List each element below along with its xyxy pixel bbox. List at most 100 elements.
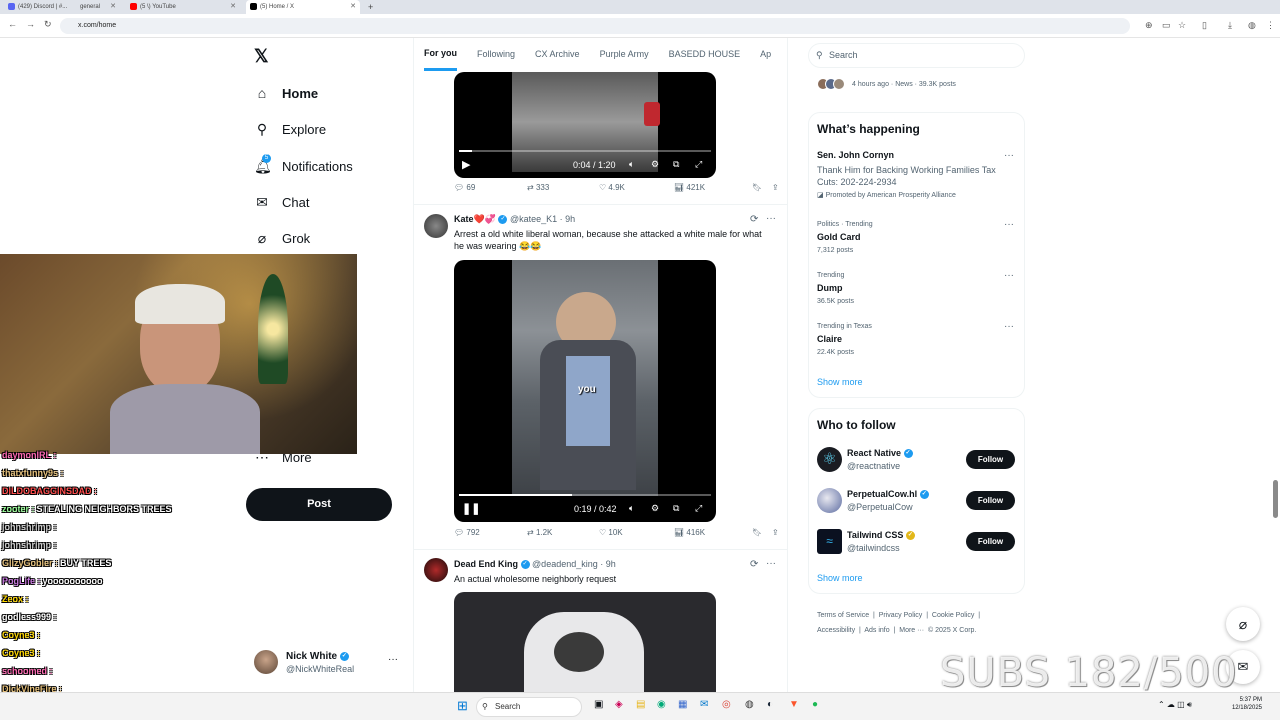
- tailwind-logo-icon[interactable]: ≈: [817, 529, 842, 554]
- taskbar-search[interactable]: ⚲ Search: [476, 697, 582, 717]
- views-button[interactable]: 📊︎ 421K: [674, 183, 705, 192]
- show-more-link[interactable]: Show more: [817, 573, 863, 583]
- views-button[interactable]: 📊︎ 416K: [674, 528, 705, 537]
- more-options-icon[interactable]: ···: [766, 558, 776, 569]
- reply-button[interactable]: 💬︎ 69: [454, 183, 475, 192]
- nav-explore[interactable]: ⚲ Explore: [254, 114, 326, 144]
- steam-icon[interactable]: ◐: [767, 699, 773, 710]
- more-options-icon[interactable]: ···: [766, 213, 776, 224]
- author-handle[interactable]: @katee_K1: [510, 214, 557, 224]
- profile-icon[interactable]: ◍: [1248, 20, 1256, 31]
- cast-icon[interactable]: ▭: [1162, 20, 1171, 31]
- like-button[interactable]: ♡ 10K: [599, 528, 623, 537]
- follow-button[interactable]: Follow: [966, 491, 1015, 510]
- pip-icon[interactable]: ⧉: [673, 503, 679, 514]
- scrollbar-thumb[interactable]: [1273, 480, 1278, 518]
- repost-button[interactable]: ⇄ 333: [527, 183, 549, 192]
- nav-chat[interactable]: ✉ Chat: [254, 187, 309, 217]
- x-logo-icon[interactable]: 𝕏: [254, 46, 272, 66]
- footer-cookie[interactable]: Cookie Policy: [932, 612, 974, 619]
- browser-tab-youtube[interactable]: (5 \) YouTube ✕: [126, 0, 240, 14]
- address-bar[interactable]: x.com/home: [60, 18, 1130, 34]
- tab-ap[interactable]: Ap: [760, 38, 771, 71]
- new-tab-button[interactable]: +: [364, 0, 378, 14]
- footer-terms[interactable]: Terms of Service: [817, 612, 869, 619]
- tweet-age[interactable]: 9h: [565, 214, 575, 224]
- suggestion-name[interactable]: Tailwind CSS: [847, 530, 903, 540]
- react-logo-icon[interactable]: ⚛: [817, 447, 842, 472]
- trend-name[interactable]: Claire: [817, 334, 842, 344]
- menu-icon[interactable]: ⋮: [1266, 20, 1275, 31]
- news-meta[interactable]: 4 hours ago · News · 39.3K posts: [852, 81, 956, 88]
- like-button[interactable]: ♡ 4.9K: [599, 183, 625, 192]
- trend-name[interactable]: Gold Card: [817, 232, 861, 242]
- account-menu-icon[interactable]: ···: [388, 654, 398, 665]
- tweet-video[interactable]: ▶ 0:04 / 1:20 🔈︎ ⚙ ⧉ ⤢: [454, 72, 716, 178]
- repost-button[interactable]: ⇄ 1.2K: [527, 528, 552, 537]
- reply-button[interactable]: 💬︎ 792: [454, 528, 480, 537]
- brave-icon[interactable]: ▼: [789, 699, 799, 710]
- show-more-link[interactable]: Show more: [817, 377, 863, 387]
- author-name[interactable]: Kate: [454, 214, 474, 224]
- video-progress-track[interactable]: [459, 150, 711, 152]
- close-tab-icon[interactable]: ✕: [350, 0, 356, 14]
- bookmark-icon[interactable]: 🔖︎: [752, 528, 762, 537]
- nav-grok[interactable]: ⌀ Grok: [254, 223, 310, 253]
- share-icon[interactable]: ⇪: [772, 528, 779, 537]
- tweet-age[interactable]: 9h: [606, 559, 616, 569]
- more-options-icon[interactable]: ···: [1004, 219, 1014, 230]
- tweet-video[interactable]: you ❚❚ 0:19 / 0:42 🔈︎ ⚙ ⧉ ⤢: [454, 260, 716, 522]
- download-icon[interactable]: ⤓: [1228, 20, 1232, 31]
- nav-home[interactable]: ⌂ Home: [254, 78, 318, 108]
- promoted-trend[interactable]: Sen. John Cornyn Thank Him for Backing W…: [817, 150, 1017, 199]
- post-button[interactable]: Post: [246, 488, 392, 521]
- tab-following[interactable]: Following: [477, 38, 515, 71]
- tray-icons[interactable]: ⌃ ☁ ◫ 🔊︎: [1158, 700, 1192, 710]
- tab-cx-archive[interactable]: CX Archive: [535, 38, 580, 71]
- task-view-icon[interactable]: ▣: [594, 699, 603, 710]
- nav-notifications[interactable]: 🔔︎ 5 Notifications: [254, 151, 353, 181]
- follow-button[interactable]: Follow: [966, 450, 1015, 469]
- grok-float-icon[interactable]: ⌀: [1226, 607, 1260, 641]
- edge-icon[interactable]: ◉: [657, 699, 666, 710]
- volume-icon[interactable]: 🔈︎: [629, 159, 634, 170]
- more-options-icon[interactable]: ···: [1004, 270, 1014, 281]
- forward-icon[interactable]: →: [26, 19, 35, 29]
- avatar[interactable]: [424, 214, 448, 238]
- bookmark-star-icon[interactable]: ☆: [1178, 20, 1186, 31]
- tab-purple-army[interactable]: Purple Army: [600, 38, 649, 71]
- spotify-icon[interactable]: ●: [812, 699, 818, 710]
- avatar[interactable]: [424, 558, 448, 582]
- trend-name[interactable]: Dump: [817, 283, 843, 293]
- store-icon[interactable]: ▦: [678, 699, 687, 710]
- account-switcher[interactable]: Nick White ✓ @NickWhiteReal ···: [254, 650, 404, 678]
- play-icon[interactable]: ▶: [462, 158, 470, 171]
- fullscreen-icon[interactable]: ⤢: [695, 503, 702, 514]
- author-handle[interactable]: @deadend_king: [532, 559, 598, 569]
- footer-ads-info[interactable]: Ads info: [864, 627, 889, 634]
- share-icon[interactable]: ⇪: [772, 183, 779, 192]
- chrome-icon[interactable]: ◎: [722, 699, 731, 710]
- pip-icon[interactable]: ⧉: [673, 159, 679, 170]
- tab-for-you[interactable]: For you: [424, 38, 457, 71]
- sidepanel-icon[interactable]: ▯: [1202, 20, 1207, 31]
- file-explorer-icon[interactable]: ▤: [636, 699, 645, 710]
- mail-app-icon[interactable]: ✉: [700, 699, 708, 710]
- follow-button[interactable]: Follow: [966, 532, 1015, 551]
- zoom-icon[interactable]: ⊕: [1145, 20, 1153, 31]
- windows-start-icon[interactable]: ⊞: [457, 698, 468, 714]
- suggestion-name[interactable]: React Native: [847, 448, 901, 458]
- perpetualcow-avatar[interactable]: [817, 488, 842, 513]
- grok-icon[interactable]: ⟳: [750, 559, 758, 570]
- browser-tab-x-home[interactable]: (5) Home / X ✕: [246, 0, 360, 14]
- bookmark-icon[interactable]: 🔖︎: [752, 183, 762, 192]
- back-icon[interactable]: ←: [8, 19, 17, 29]
- more-options-icon[interactable]: ···: [1004, 321, 1014, 332]
- more-options-icon[interactable]: ···: [1004, 150, 1014, 161]
- reload-icon[interactable]: ↻: [44, 19, 52, 30]
- footer-accessibility[interactable]: Accessibility: [817, 627, 855, 634]
- footer-privacy[interactable]: Privacy Policy: [879, 612, 923, 619]
- close-tab-icon[interactable]: ✕: [230, 0, 236, 14]
- fullscreen-icon[interactable]: ⤢: [695, 159, 702, 170]
- settings-gear-icon[interactable]: ⚙: [651, 159, 659, 170]
